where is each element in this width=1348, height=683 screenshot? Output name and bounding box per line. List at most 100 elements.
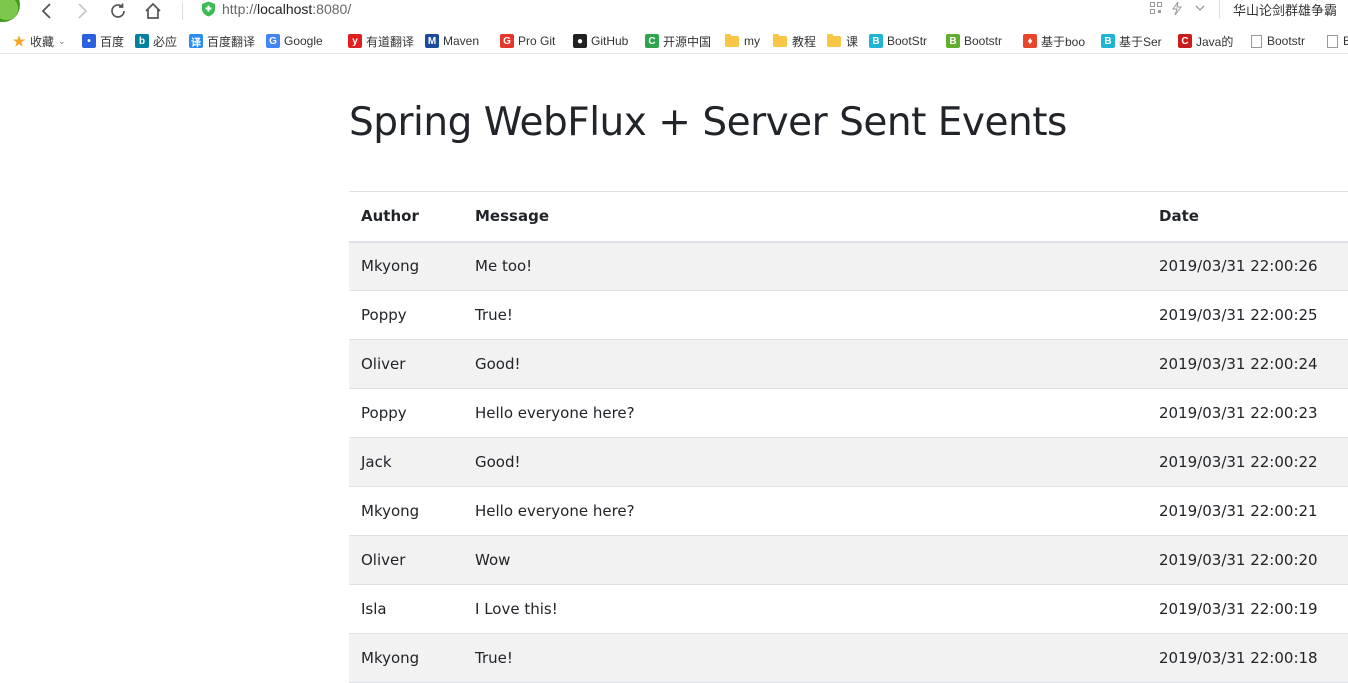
- table-row: Oliver Wow 2019/03/31 22:00:20: [349, 535, 1348, 585]
- bookmark-label: 百度翻译: [207, 34, 256, 49]
- folder-icon: [773, 33, 787, 47]
- chevron-down-icon[interactable]: [1195, 2, 1205, 16]
- cell-date: 2019/03/31 22:00:26: [1159, 257, 1318, 276]
- bookmark-item[interactable]: B 基于Ser: [1101, 32, 1162, 50]
- bookmark-label: 基于boo: [1041, 34, 1086, 49]
- table-header-row: Author Message Date: [349, 191, 1348, 242]
- browser-toolbar: http://localhost:8080/ 华山论剑群雄争霸: [0, 0, 1348, 26]
- bootstrap-icon: B: [946, 34, 960, 48]
- secure-shield-icon[interactable]: [201, 1, 216, 17]
- github-icon: ●: [573, 34, 587, 48]
- bookmark-item[interactable]: 译百度翻译: [189, 32, 255, 50]
- cell-author: Mkyong: [361, 257, 420, 276]
- bookmark-item[interactable]: B: [1327, 32, 1348, 50]
- flame-icon: ♦: [1023, 34, 1037, 48]
- table-row: Poppy True! 2019/03/31 22:00:25: [349, 291, 1348, 340]
- google-translate-icon: G: [266, 34, 280, 48]
- cell-message: I Love this!: [475, 600, 558, 618]
- bookmark-item[interactable]: 课: [827, 32, 858, 50]
- bookmark-label: 必应: [153, 34, 178, 49]
- table-row: Mkyong True! 2019/03/31 22:00:18: [349, 633, 1348, 683]
- cell-message: Good!: [475, 355, 521, 373]
- baidu-icon: •: [82, 34, 96, 48]
- bookmark-label: 课: [846, 34, 859, 49]
- bootstrap-icon: B: [869, 34, 883, 48]
- cell-author: Oliver: [361, 551, 406, 569]
- home-icon[interactable]: [142, 0, 164, 22]
- address-bar[interactable]: http://localhost:8080/: [222, 1, 351, 17]
- bookmark-item[interactable]: G Pro Git: [500, 32, 555, 50]
- cell-date: 2019/03/31 22:00:24: [1159, 355, 1318, 373]
- forward-arrow-icon[interactable]: [71, 0, 93, 22]
- bookmark-item[interactable]: ♦ 基于boo: [1023, 32, 1085, 50]
- chevron-down-icon[interactable]: ⌄: [58, 36, 66, 47]
- bookmark-label: Java的: [1196, 34, 1234, 49]
- url-prefix: http://: [222, 1, 258, 17]
- cell-date: 2019/03/31 22:00:25: [1159, 306, 1318, 324]
- bookmark-item[interactable]: Bootstr: [1251, 32, 1305, 50]
- table-body: Mkyong Me too! 2019/03/31 22:00:26 Poppy Tru…: [349, 241, 1348, 683]
- table-row: Mkyong Hello everyone here? 2019/03/31 22:…: [349, 487, 1348, 536]
- lightning-icon[interactable]: [1172, 1, 1182, 18]
- progit-icon: G: [500, 34, 514, 48]
- bookmark-item[interactable]: my: [725, 32, 760, 50]
- bookmark-item[interactable]: b 必应: [135, 32, 177, 50]
- reload-icon[interactable]: [107, 0, 129, 22]
- qr-code-icon[interactable]: [1150, 2, 1162, 17]
- table-row: Oliver Good! 2019/03/31 22:00:24: [349, 339, 1348, 389]
- bookmark-label: B: [1343, 34, 1348, 48]
- cell-author: Oliver: [361, 355, 406, 373]
- cell-message: Hello everyone here?: [475, 502, 635, 520]
- cell-author: Isla: [361, 600, 387, 618]
- bookmark-item[interactable]: B BootStr: [869, 32, 927, 50]
- bookmark-item[interactable]: G Google: [266, 32, 323, 50]
- cell-message: Wow: [475, 551, 511, 569]
- bookmarks-bar: ★ 收藏 ⌄ • 百度 b 必应译百度翻译 G Google y 有道翻译 M Maven G Pro Gi…: [0, 28, 1348, 54]
- bookmark-item[interactable]: B Bootstr: [946, 32, 1002, 50]
- bookmark-label: Bootstr: [1267, 34, 1306, 48]
- bookmark-item[interactable]: ● GitHub: [573, 32, 628, 50]
- cell-author: Poppy: [361, 306, 407, 324]
- page-icon: [1251, 34, 1262, 48]
- bookmark-item[interactable]: M Maven: [425, 32, 479, 50]
- bookmark-item[interactable]: y 有道翻译: [348, 32, 414, 50]
- table-row: Mkyong Me too! 2019/03/31 22:00:26: [349, 241, 1348, 291]
- bookmark-item[interactable]: C 开源中国: [645, 32, 711, 50]
- header-date: Date: [1159, 207, 1199, 226]
- bookmark-item[interactable]: ★ 收藏 ⌄: [12, 32, 66, 50]
- cell-author: Mkyong: [361, 649, 420, 667]
- bookmark-label: 有道翻译: [366, 34, 415, 49]
- search-box-hint[interactable]: 华山论剑群雄争霸: [1233, 0, 1337, 19]
- bookmark-label: Pro Git: [518, 34, 556, 48]
- cell-date: 2019/03/31 22:00:23: [1159, 404, 1318, 422]
- cell-author: Mkyong: [361, 502, 420, 520]
- bookmark-item[interactable]: • 百度: [82, 32, 124, 50]
- bookmark-label: 基于Ser: [1119, 34, 1162, 49]
- cell-message: Me too!: [475, 257, 533, 276]
- table-row: Poppy Hello everyone here? 2019/03/31 22:0…: [349, 389, 1348, 438]
- bing-icon: b: [135, 34, 149, 48]
- bookmark-item[interactable]: C Java的: [1178, 32, 1233, 50]
- cell-message: Good!: [475, 453, 521, 471]
- bookmark-label: my: [744, 34, 760, 48]
- browser-logo-icon[interactable]: [0, 0, 20, 22]
- table-row: Jack Good! 2019/03/31 22:00:22: [349, 437, 1348, 487]
- toolbar-divider: [182, 2, 183, 20]
- table-row: Isla I Love this! 2019/03/31 22:00:19: [349, 585, 1348, 634]
- bookmark-label: BootStr: [887, 34, 928, 48]
- bookmark-item[interactable]: 教程: [773, 32, 816, 50]
- cell-date: 2019/03/31 22:00:22: [1159, 453, 1318, 471]
- translate-icon: 译: [189, 34, 203, 49]
- oschina-icon: C: [645, 34, 659, 48]
- bookmark-label: 教程: [792, 34, 817, 49]
- page-icon: [1327, 34, 1338, 48]
- back-arrow-icon[interactable]: [36, 0, 58, 22]
- bookmark-label: 百度: [100, 34, 125, 49]
- cell-message: True!: [475, 649, 513, 667]
- cell-author: Jack: [361, 453, 392, 471]
- maven-icon: M: [425, 34, 439, 48]
- cell-message: Hello everyone here?: [475, 404, 635, 422]
- csdn-icon: C: [1178, 34, 1192, 48]
- cell-date: 2019/03/31 22:00:21: [1159, 502, 1318, 520]
- cell-date: 2019/03/31 22:00:20: [1159, 551, 1318, 569]
